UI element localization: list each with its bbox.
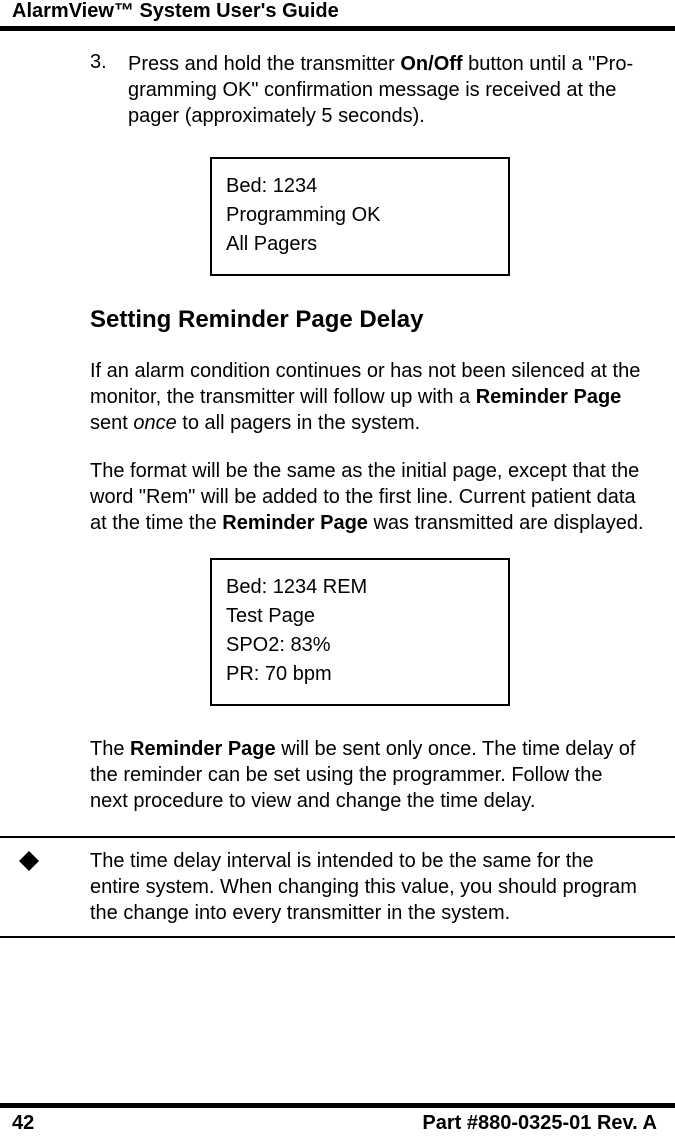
document-header: AlarmView™ System User's Guide bbox=[0, 0, 675, 31]
reminder-page-label: Reminder Page bbox=[130, 738, 276, 760]
part-number: Part #880-0325-01 Rev. A bbox=[422, 1112, 657, 1135]
display-line: Bed: 1234 bbox=[226, 175, 494, 198]
display-line: SPO2: 83% bbox=[226, 634, 494, 657]
note-text: The time delay interval is intended to b… bbox=[90, 848, 645, 926]
paragraph: The format will be the same as the initi… bbox=[90, 458, 645, 536]
step-text: Press and hold the transmitter On/Off bu… bbox=[128, 51, 645, 129]
display-line: PR: 70 bpm bbox=[226, 663, 494, 686]
reminder-page-label: Reminder Page bbox=[222, 512, 368, 534]
step-number: 3. bbox=[90, 51, 128, 129]
display-line: Programming OK bbox=[226, 204, 494, 227]
paragraph: If an alarm condition continues or has n… bbox=[90, 358, 645, 436]
pager-display-box-1: Bed: 1234 Programming OK All Pagers bbox=[210, 157, 510, 276]
text-run: Press and hold the transmitter bbox=[128, 53, 400, 75]
italic-once: once bbox=[133, 412, 176, 434]
pager-display-box-2: Bed: 1234 REM Test Page SPO2: 83% PR: 70… bbox=[210, 558, 510, 706]
page-footer: 42 Part #880-0325-01 Rev. A bbox=[0, 1103, 675, 1135]
display-line: All Pagers bbox=[226, 233, 494, 256]
on-off-label: On/Off bbox=[400, 53, 462, 75]
text-run: The bbox=[90, 738, 130, 760]
diamond-icon bbox=[18, 848, 90, 926]
document-title: AlarmView™ System User's Guide bbox=[12, 0, 339, 22]
display-line: Bed: 1234 REM bbox=[226, 576, 494, 599]
note-block: The time delay interval is intended to b… bbox=[0, 836, 675, 938]
reminder-page-label: Reminder Page bbox=[476, 386, 622, 408]
paragraph: The Reminder Page will be sent only once… bbox=[90, 736, 645, 814]
content-area: 3. Press and hold the transmitter On/Off… bbox=[0, 51, 675, 814]
section-heading: Setting Reminder Page Delay bbox=[90, 306, 645, 334]
page: AlarmView™ System User's Guide 3. Press … bbox=[0, 0, 675, 1147]
step-3: 3. Press and hold the transmitter On/Off… bbox=[90, 51, 645, 129]
text-run: to all pagers in the system. bbox=[177, 412, 420, 434]
page-number: 42 bbox=[12, 1112, 34, 1135]
text-run: sent bbox=[90, 412, 133, 434]
display-line: Test Page bbox=[226, 605, 494, 628]
text-run: was transmitted are displayed. bbox=[368, 512, 644, 534]
